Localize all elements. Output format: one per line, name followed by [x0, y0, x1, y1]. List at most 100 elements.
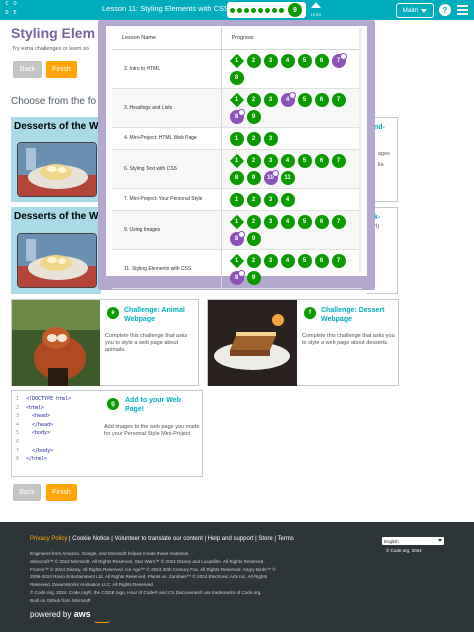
level-bubble[interactable]: 7 — [331, 92, 346, 107]
level-number: 6 — [319, 96, 324, 103]
user-name: Maitri — [402, 7, 419, 14]
level-bubble[interactable]: 5 — [297, 53, 312, 68]
line-number: 2 — [16, 404, 20, 411]
level-bubble[interactable]: 6 — [314, 92, 329, 107]
level-bubble[interactable]: 7 — [331, 153, 346, 168]
level-bubble[interactable]: 1 — [230, 93, 244, 107]
back-button-bottom[interactable]: Back — [13, 484, 41, 501]
lesson-name[interactable]: 4. Mini-Project: HTML Web Page — [112, 127, 222, 150]
level-bubble[interactable]: 6 — [314, 214, 329, 229]
less-toggle-button[interactable]: LESS — [308, 1, 324, 19]
progress-dot[interactable] — [251, 7, 256, 13]
level-bubble[interactable]: 10 — [263, 169, 279, 185]
current-level-bubble[interactable]: 9 — [288, 3, 302, 17]
level-bubble[interactable]: 1 — [230, 254, 244, 268]
lesson-name[interactable]: 2. Intro to HTML — [112, 49, 222, 89]
dessert-card-1[interactable]: Desserts of the W — [11, 117, 101, 202]
popup-scrollbar[interactable] — [359, 27, 362, 272]
level-bubble[interactable]: 5 — [297, 92, 312, 107]
privacy-policy-link[interactable]: Privacy Policy — [30, 536, 67, 542]
level-bubble[interactable]: 7 — [331, 214, 346, 229]
lesson-progress-strip[interactable]: 9 — [227, 2, 306, 18]
progress-dot[interactable] — [265, 7, 270, 13]
level-bubble[interactable]: 2 — [246, 131, 261, 146]
level-bubble[interactable]: 6 — [314, 253, 329, 268]
level-bubble[interactable]: 5 — [297, 153, 312, 168]
level-bubble[interactable]: 3 — [263, 153, 278, 168]
level-bubble[interactable]: 2 — [246, 53, 261, 68]
progress-dot[interactable] — [230, 7, 235, 13]
level-bubble[interactable]: 4 — [280, 214, 295, 229]
lesson-name[interactable]: 6. Styling Text with CSS — [112, 149, 222, 189]
finish-button-top[interactable]: Finish — [46, 61, 77, 78]
level-bubble[interactable]: 2 — [246, 192, 261, 207]
level-bubble[interactable]: 8 — [229, 269, 245, 285]
language-select[interactable]: English — [382, 537, 444, 545]
level-number: 4 — [285, 218, 290, 225]
code-org-logo[interactable]: C O D E — [3, 1, 27, 19]
level-bubble[interactable]: 9 — [246, 270, 261, 285]
level-bubble[interactable]: 2 — [246, 253, 261, 268]
help-button[interactable]: ? — [439, 4, 451, 16]
level-bubble[interactable]: 1 — [229, 131, 244, 146]
level-bubble[interactable]: 8 — [229, 170, 244, 185]
level-bubble[interactable]: 1 — [229, 192, 244, 207]
level-bubble[interactable]: 3 — [263, 92, 278, 107]
finish-button-bottom[interactable]: Finish — [46, 484, 77, 501]
progress-dot[interactable] — [272, 7, 277, 13]
level-bubble[interactable]: 1 — [230, 154, 244, 168]
level-number: 2 — [251, 135, 256, 142]
level-bubble[interactable]: 4 — [280, 53, 295, 68]
level-bubble[interactable]: 9 — [246, 231, 261, 246]
level-bubble[interactable]: 2 — [246, 214, 261, 229]
level-number: 8 — [234, 113, 239, 120]
level-bubble[interactable]: 8 — [229, 230, 245, 246]
level-bubble[interactable]: 1 — [230, 215, 244, 229]
progress-dot[interactable] — [244, 7, 249, 13]
hamburger-menu-icon[interactable] — [457, 5, 468, 15]
level-bubble[interactable]: 2 — [246, 92, 261, 107]
challenge-title[interactable]: Challenge: Dessert Webpage — [321, 306, 397, 324]
lesson-title[interactable]: Lesson 11: Styling Elements with CSS — [102, 4, 229, 13]
level-bubble[interactable]: 3 — [263, 253, 278, 268]
powered-by-aws-logo[interactable]: powered by aws — [30, 609, 110, 623]
level-bubble[interactable]: 7 — [331, 253, 346, 268]
level-bubble[interactable]: 4 — [280, 91, 296, 107]
level-bubble[interactable]: 9 — [246, 170, 261, 185]
level-bubble[interactable]: 3 — [263, 214, 278, 229]
footer-other-links[interactable]: | Cookie Notice | Volunteer to translate… — [67, 536, 294, 542]
level-bubble[interactable]: 11 — [280, 170, 295, 185]
level-bubble[interactable]: 4 — [280, 253, 295, 268]
level-bubble[interactable]: 9 — [246, 109, 261, 124]
challenge-title[interactable]: Challenge: Animal Webpage — [124, 306, 196, 324]
challenge-dessert-card[interactable]: f Challenge: Dessert Webpage Complete th… — [207, 299, 399, 386]
lesson-name[interactable]: 9. Using Images — [112, 210, 222, 250]
lesson-name[interactable]: 11. Styling Elements with CSS — [112, 249, 222, 289]
level-bubble[interactable]: 6 — [314, 53, 329, 68]
progress-dot[interactable] — [279, 7, 284, 13]
level-bubble[interactable]: 4 — [280, 192, 295, 207]
level-bubble[interactable]: 2 — [246, 153, 261, 168]
level-bubble[interactable]: 3 — [263, 53, 278, 68]
level-bubble[interactable]: 7 — [331, 52, 347, 68]
language-value: English — [384, 538, 399, 544]
level-bubble[interactable]: 4 — [280, 153, 295, 168]
level-bubble[interactable]: 5 — [297, 214, 312, 229]
lesson-name[interactable]: 7. Mini-Project: Your Personal Style — [112, 188, 222, 211]
level-bubble[interactable]: 3 — [263, 131, 278, 146]
level-bubble[interactable]: 3 — [263, 192, 278, 207]
progress-dot[interactable] — [258, 7, 263, 13]
level-bubble[interactable]: 8 — [229, 108, 245, 124]
level-bubble[interactable]: 5 — [297, 253, 312, 268]
level-number: 2 — [251, 157, 256, 164]
back-button-top[interactable]: Back — [13, 61, 42, 78]
progress-dot[interactable] — [237, 7, 242, 13]
level-bubble[interactable]: 1 — [230, 54, 244, 68]
level-bubble[interactable]: 8 — [229, 70, 244, 85]
dessert-card-2[interactable]: Desserts of the W — [11, 207, 101, 294]
lesson-name[interactable]: 3. Headings and Lists — [112, 88, 222, 128]
level-bubble[interactable]: 6 — [314, 153, 329, 168]
user-menu-button[interactable]: Maitri — [396, 3, 434, 18]
challenge-animal-card[interactable]: e Challenge: Animal Webpage Complete thi… — [11, 299, 199, 386]
challenge-title[interactable]: Add to your Web Page! — [125, 396, 197, 414]
